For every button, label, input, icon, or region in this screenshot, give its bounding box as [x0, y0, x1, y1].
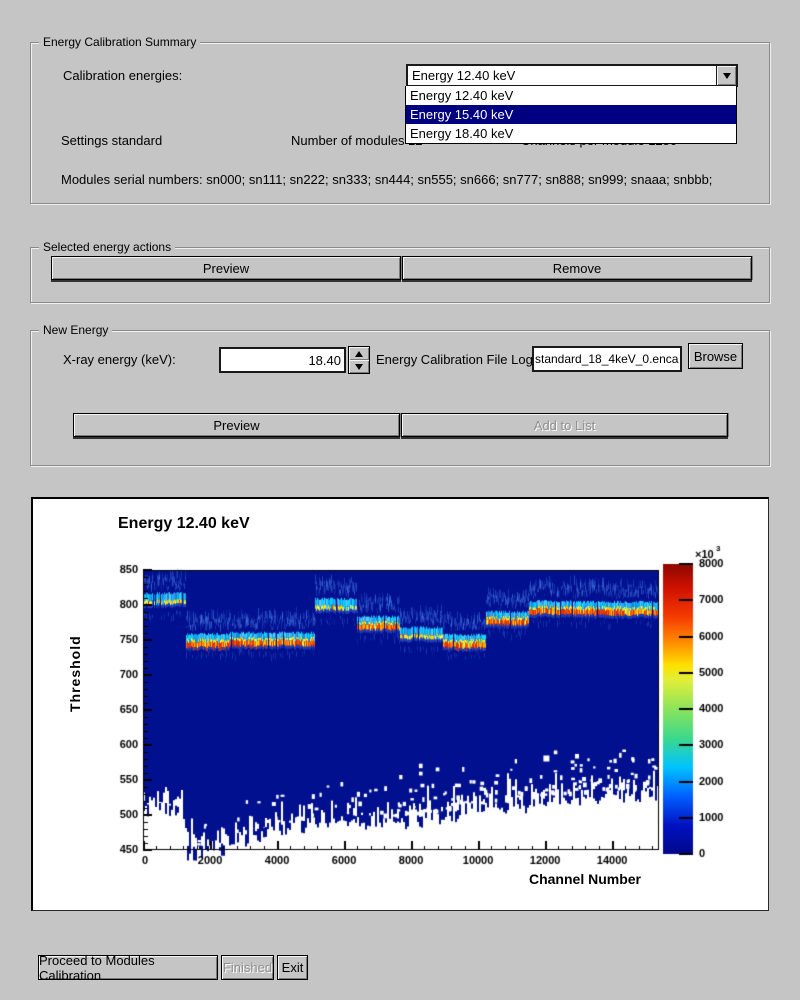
plot-x-axis-label: Channel Number [463, 871, 641, 887]
arrow-down-icon [355, 364, 363, 370]
plot-title: Energy 12.40 keV [118, 515, 250, 533]
plot-y-axis-label: Threshold [67, 559, 87, 789]
xray-energy-stepper [348, 346, 370, 374]
proceed-to-modules-calibration-button[interactable]: Proceed to Modules Calibration [38, 955, 218, 980]
threshold-scan-heatmap [33, 499, 771, 913]
modules-count-label: Number of modules 12 [291, 133, 423, 148]
calibration-energies-label: Calibration energies: [63, 68, 182, 83]
selected-energy-actions-group: Selected energy actions Preview Remove [30, 247, 770, 303]
file-log-label: Energy Calibration File Log [376, 352, 533, 367]
finished-button[interactable]: Finished [221, 955, 274, 980]
file-log-input[interactable] [532, 346, 682, 372]
calibration-energies-combobox[interactable]: Energy 12.40 keV [406, 64, 738, 87]
preview-new-button[interactable]: Preview [73, 413, 400, 437]
settings-label: Settings standard [61, 133, 162, 148]
spin-up-button[interactable] [349, 347, 369, 360]
xray-energy-input[interactable] [219, 347, 346, 373]
preview-selected-button[interactable]: Preview [51, 256, 401, 280]
chevron-down-icon [723, 73, 731, 79]
new-energy-group-title: New Energy [39, 323, 112, 337]
actions-group-title: Selected energy actions [39, 240, 175, 254]
module-serials-label: Modules serial numbers: sn000; sn111; sn… [61, 172, 712, 187]
dropdown-option-2[interactable]: Energy 15.40 keV [406, 105, 736, 124]
calibration-plot-panel: Energy 12.40 keV Threshold Channel Numbe… [31, 497, 769, 911]
calibration-energies-dropdown-list: Energy 12.40 keV Energy 15.40 keV Energy… [405, 86, 737, 144]
add-to-list-button[interactable]: Add to List [401, 413, 728, 437]
xray-energy-label: X-ray energy (keV): [63, 352, 176, 367]
dropdown-option-1[interactable]: Energy 12.40 keV [406, 86, 736, 105]
energy-calibration-window: { "summary": { "title": "Energy Calibrat… [0, 0, 800, 1000]
summary-group-title: Energy Calibration Summary [39, 35, 200, 49]
dropdown-option-3[interactable]: Energy 18.40 keV [406, 124, 736, 143]
combobox-dropdown-button[interactable] [716, 66, 736, 85]
spin-down-button[interactable] [349, 360, 369, 373]
browse-button[interactable]: Browse [688, 343, 743, 369]
arrow-up-icon [355, 351, 363, 357]
remove-selected-button[interactable]: Remove [402, 256, 752, 280]
new-energy-group: New Energy X-ray energy (keV): Energy Ca… [30, 330, 770, 466]
exit-button[interactable]: Exit [277, 955, 308, 980]
combobox-value: Energy 12.40 keV [412, 68, 515, 83]
